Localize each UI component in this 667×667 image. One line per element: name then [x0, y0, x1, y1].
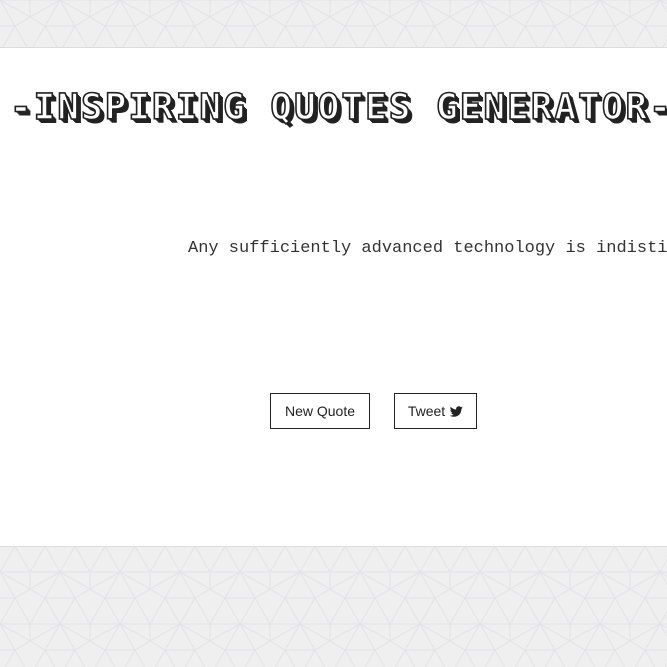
quote-text: Any sufficiently advanced technology is … — [188, 239, 667, 258]
tweet-button[interactable]: Tweet — [394, 393, 477, 429]
quote-card: -INSPIRING QUOTES GENERATOR- Any suffici… — [0, 47, 667, 547]
new-quote-button[interactable]: New Quote — [270, 393, 370, 429]
page-title: -INSPIRING QUOTES GENERATOR- — [9, 86, 667, 129]
twitter-bird-icon — [450, 405, 463, 417]
new-quote-label: New Quote — [284, 403, 356, 419]
tweet-label: Tweet — [407, 403, 446, 419]
